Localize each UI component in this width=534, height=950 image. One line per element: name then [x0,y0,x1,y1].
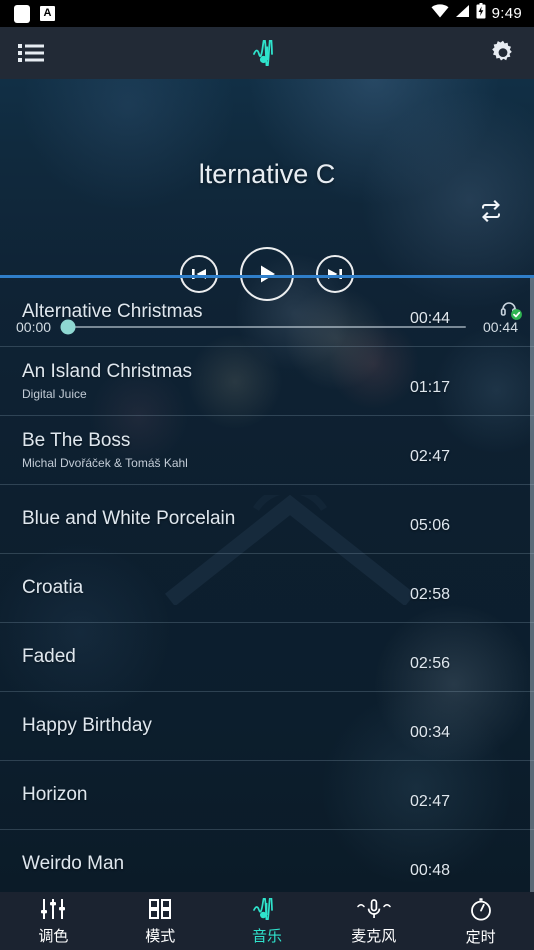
song-info: Weirdo Man [22,853,410,875]
status-bar: A 9:49 [0,0,534,27]
total-duration: 00:44 [482,319,518,335]
seek-bar[interactable] [60,319,466,335]
song-title: An Island Christmas [22,361,193,382]
elapsed-time: 00:00 [16,319,52,335]
song-info: Croatia [22,577,410,599]
song-title: Weirdo Man [22,853,125,874]
nav-item-music[interactable]: 音乐 [214,892,321,950]
battery-charging-icon [476,3,486,24]
microphone-icon [357,898,391,925]
nav-item-timer[interactable]: 定时 [427,892,534,950]
song-info: Horizon [22,784,410,806]
music-wave-icon [252,893,282,925]
song-duration: 02:58 [410,586,451,603]
song-duration: 02:47 [410,793,451,810]
song-info: Be The Boss Michal Dvořáček & Tomáš Kahl [22,430,410,470]
song-duration: 02:47 [410,448,451,465]
song-title: Faded [22,646,76,667]
nav-item-microphone[interactable]: 麦克风 [320,892,427,950]
equalizer-icon [40,898,66,925]
list-scrollbar[interactable] [530,278,534,894]
skip-next-icon[interactable] [316,255,354,293]
nav-label: 调色 [38,928,69,945]
song-duration: 00:34 [410,724,451,741]
song-list[interactable]: Alternative Christmas 00:44 An Island Ch… [0,278,534,894]
song-duration: 05:06 [410,517,451,534]
wifi-icon [431,4,449,23]
status-bar-left-icons: A [8,4,55,23]
song-title: Be The Boss [22,430,131,451]
app-bar [0,27,534,79]
table-row[interactable]: An Island Christmas Digital Juice 01:17 [0,347,534,416]
nav-label: 模式 [145,928,176,945]
player-list-divider [0,275,534,278]
table-row[interactable]: Weirdo Man 00:48 [0,830,534,894]
grid-icon [148,898,172,925]
timer-icon [469,897,493,926]
transport-controls [0,247,534,301]
nav-label: 音乐 [251,928,282,945]
seek-bar-row: 00:00 00:44 [0,319,534,335]
a-badge-icon: A [40,6,55,21]
song-info: Happy Birthday [22,715,410,737]
skip-previous-icon[interactable] [180,255,218,293]
status-bar-clock: 9:49 [491,5,522,22]
gear-icon[interactable] [490,40,516,66]
song-info: An Island Christmas Digital Juice [22,361,410,401]
song-title: Happy Birthday [22,715,152,736]
song-duration: 02:56 [410,655,451,672]
table-row[interactable]: Happy Birthday 00:34 [0,692,534,761]
notification-icon [14,4,30,23]
music-player-screen: A 9:49 lternative C 00:00 00:44 Alternat… [0,0,534,950]
bottom-navigation: 调色 模式 音乐 麦克风 定时 [0,892,534,950]
song-info: Blue and White Porcelain [22,508,410,530]
song-duration: 00:48 [410,862,451,879]
nav-item-mode[interactable]: 模式 [107,892,214,950]
song-artist: Michal Dvořáček & Tomáš Kahl [22,456,188,470]
status-bar-right-icons: 9:49 [431,3,526,24]
player-panel: lternative C 00:00 00:44 [0,79,534,335]
table-row[interactable]: Faded 02:56 [0,623,534,692]
repeat-icon[interactable] [478,200,504,227]
nav-label: 定时 [465,929,496,946]
nav-item-color[interactable]: 调色 [0,892,107,950]
song-duration: 01:17 [410,379,451,396]
song-info: Faded [22,646,410,668]
table-row[interactable]: Croatia 02:58 [0,554,534,623]
play-icon[interactable] [240,247,294,301]
song-artist: Digital Juice [22,387,87,401]
now-playing-title-text: lternative C [198,159,336,189]
table-row[interactable]: Horizon 02:47 [0,761,534,830]
now-playing-title: lternative C [0,159,534,190]
song-title: Croatia [22,577,84,598]
nav-label: 麦克风 [351,928,397,945]
signal-icon [455,4,470,23]
table-row[interactable]: Be The Boss Michal Dvořáček & Tomáš Kahl… [0,416,534,485]
table-row[interactable]: Blue and White Porcelain 05:06 [0,485,534,554]
song-title: Blue and White Porcelain [22,508,236,529]
song-title: Horizon [22,784,88,805]
seek-thumb[interactable] [60,319,76,335]
playlist-icon[interactable] [18,43,44,63]
music-wave-icon [252,40,282,66]
